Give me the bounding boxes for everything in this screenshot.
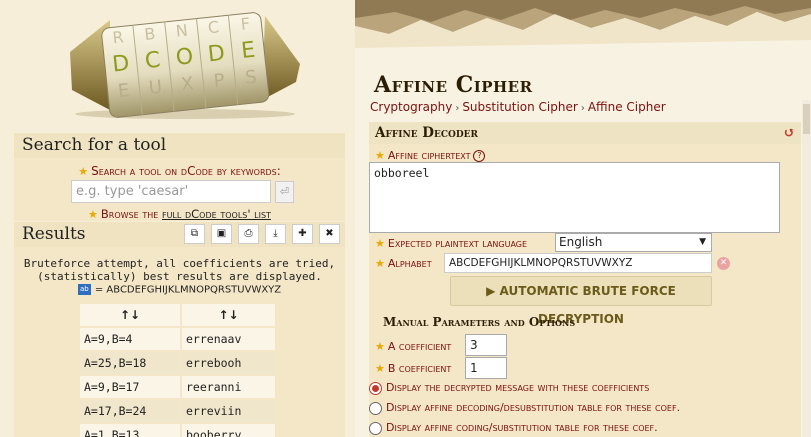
help-icon[interactable]: ?: [473, 150, 486, 162]
main-content: Affine Cipher Cryptography › Substitution …: [355, 0, 811, 437]
result-coefficients: A=1,B=13: [80, 424, 182, 437]
close-icon[interactable]: ✖: [319, 224, 340, 244]
table-row: A=25,B=18 errebooh: [80, 352, 275, 376]
result-coefficients: A=9,B=4: [80, 328, 182, 352]
reset-icon[interactable]: ↺: [783, 122, 795, 144]
result-text: reeranni: [182, 376, 275, 400]
option-decoding-table[interactable]: Display affine decoding/desubstitution t…: [369, 401, 680, 415]
chevron-right-icon: ›: [580, 103, 585, 114]
star-icon: ★: [375, 340, 385, 353]
results-toolbar: ⧉ ▣ ⎙ ⤓ ✚ ✖: [184, 224, 340, 244]
svg-text:R: R: [112, 27, 125, 47]
svg-text:D: D: [111, 51, 130, 78]
svg-text:E: E: [240, 38, 256, 64]
result-coefficients: A=25,B=18: [80, 352, 182, 376]
chevron-down-icon: ▼: [699, 237, 706, 247]
manual-parameters-title: Manual Parameters and Options: [383, 315, 576, 329]
result-coefficients: A=9,B=17: [80, 376, 182, 400]
star-icon: ★: [375, 149, 385, 162]
scrollbar[interactable]: [802, 100, 811, 437]
language-label: ★ Expected plaintext language: [375, 237, 528, 250]
search-submit-button[interactable]: ⏎: [275, 181, 294, 203]
table-row: A=17,B=24 erreviin: [80, 400, 275, 424]
svg-text:D: D: [207, 41, 226, 68]
sort-text-button[interactable]: ↑↓: [182, 304, 275, 328]
search-title: Search for a tool: [14, 133, 345, 158]
star-icon: ★: [375, 257, 385, 270]
svg-text:N: N: [175, 21, 189, 41]
svg-text:S: S: [244, 67, 258, 89]
star-icon: ★: [375, 362, 385, 375]
print-icon[interactable]: ⎙: [238, 224, 259, 244]
result-text: errenaav: [182, 328, 275, 352]
results-panel: Results ⧉ ▣ ⎙ ⤓ ✚ ✖ Bruteforce attempt, …: [14, 222, 345, 437]
svg-text:U: U: [148, 77, 163, 99]
pin-icon[interactable]: ✚: [292, 224, 313, 244]
decoder-header: Affine Decoder ↺: [369, 122, 801, 144]
table-row: A=9,B=17 reeranni: [80, 376, 275, 400]
star-icon: ★: [78, 165, 89, 178]
result-text: errebooh: [182, 352, 275, 376]
result-coefficients: A=17,B=24: [80, 400, 182, 424]
breadcrumb: Cryptography › Substitution Cipher › Affine …: [370, 100, 666, 114]
radio-button[interactable]: [369, 401, 382, 415]
result-text: erreviin: [182, 400, 275, 424]
alphabet-input[interactable]: ABCDEFGHIJKLMNOPQRSTUVWXYZ: [444, 253, 712, 273]
results-alphabet: ab = ABCDEFGHIJKLMNOPQRSTUVWXYZ: [14, 284, 345, 296]
svg-text:C: C: [144, 48, 162, 74]
radio-button[interactable]: [369, 381, 382, 395]
decoder-title: Affine Decoder: [375, 125, 478, 141]
option-coding-table[interactable]: Display affine coding/substitution table…: [369, 421, 658, 435]
left-sidebar: R B N C F D C O D E E U X P S Search for…: [0, 0, 355, 437]
alphabet-icon: ab: [77, 284, 91, 295]
language-select[interactable]: English ▼: [555, 233, 712, 252]
svg-text:C: C: [207, 17, 220, 37]
clear-icon[interactable]: ✕: [717, 257, 730, 270]
a-coefficient-label: ★ A coefficient: [375, 340, 452, 353]
results-table: ↑↓ ↑↓ A=9,B=4 errenaav A=25,B=18 erreboo…: [80, 304, 275, 437]
breadcrumb-substitution-cipher[interactable]: Substitution Cipher: [462, 100, 578, 114]
sort-coef-button[interactable]: ↑↓: [80, 304, 182, 328]
svg-text:F: F: [240, 14, 251, 34]
table-row: A=1,B=13 booberry: [80, 424, 275, 437]
a-coefficient-input[interactable]: 3: [465, 334, 507, 356]
search-label: ★ Search a tool on dCode by keywords:: [78, 164, 281, 178]
svg-text:X: X: [180, 73, 194, 95]
brute-force-button[interactable]: ▶ AUTOMATIC BRUTE FORCE DECRYPTION: [450, 276, 712, 326]
ciphertext-input[interactable]: obboreel: [369, 162, 780, 233]
breadcrumb-affine-cipher[interactable]: Affine Cipher: [588, 100, 666, 114]
results-note: Bruteforce attempt, all coefficients are…: [23, 257, 336, 283]
save-icon[interactable]: ▣: [211, 224, 232, 244]
breadcrumb-cryptography[interactable]: Cryptography: [370, 100, 452, 114]
scrollbar-thumb[interactable]: [803, 104, 810, 134]
decoder-form: ★ Affine ciphertext? obboreel ★ Expected p…: [369, 144, 801, 437]
search-input[interactable]: [71, 180, 271, 203]
alphabet-label: ★ Alphabet: [375, 257, 432, 270]
b-coefficient-input[interactable]: 1: [465, 357, 507, 379]
svg-text:E: E: [117, 80, 131, 102]
download-icon[interactable]: ⤓: [265, 224, 286, 244]
dcode-logo[interactable]: R B N C F D C O D E E U X P S: [50, 2, 320, 120]
star-icon: ★: [88, 208, 98, 221]
radio-button[interactable]: [369, 421, 382, 435]
parchment-header: [355, 0, 811, 60]
result-text: booberry: [182, 424, 275, 437]
page-title: Affine Cipher: [374, 72, 533, 98]
svg-text:O: O: [175, 44, 195, 71]
svg-text:B: B: [143, 24, 156, 44]
option-decrypt-message[interactable]: Display the decrypted message with these…: [369, 381, 649, 395]
ciphertext-label: ★ Affine ciphertext?: [375, 149, 486, 162]
star-icon: ★: [375, 237, 385, 250]
search-panel: Search for a tool ★ Search a tool on dCod…: [14, 133, 345, 221]
chevron-right-icon: ›: [455, 103, 460, 114]
copy-icon[interactable]: ⧉: [184, 224, 205, 244]
table-row: A=9,B=4 errenaav: [80, 328, 275, 352]
browse-tools-line: ★ Browse the full dCode tools' list: [88, 207, 271, 221]
browse-tools-link[interactable]: full dCode tools' list: [162, 207, 271, 221]
b-coefficient-label: ★ B coefficient: [375, 362, 452, 375]
